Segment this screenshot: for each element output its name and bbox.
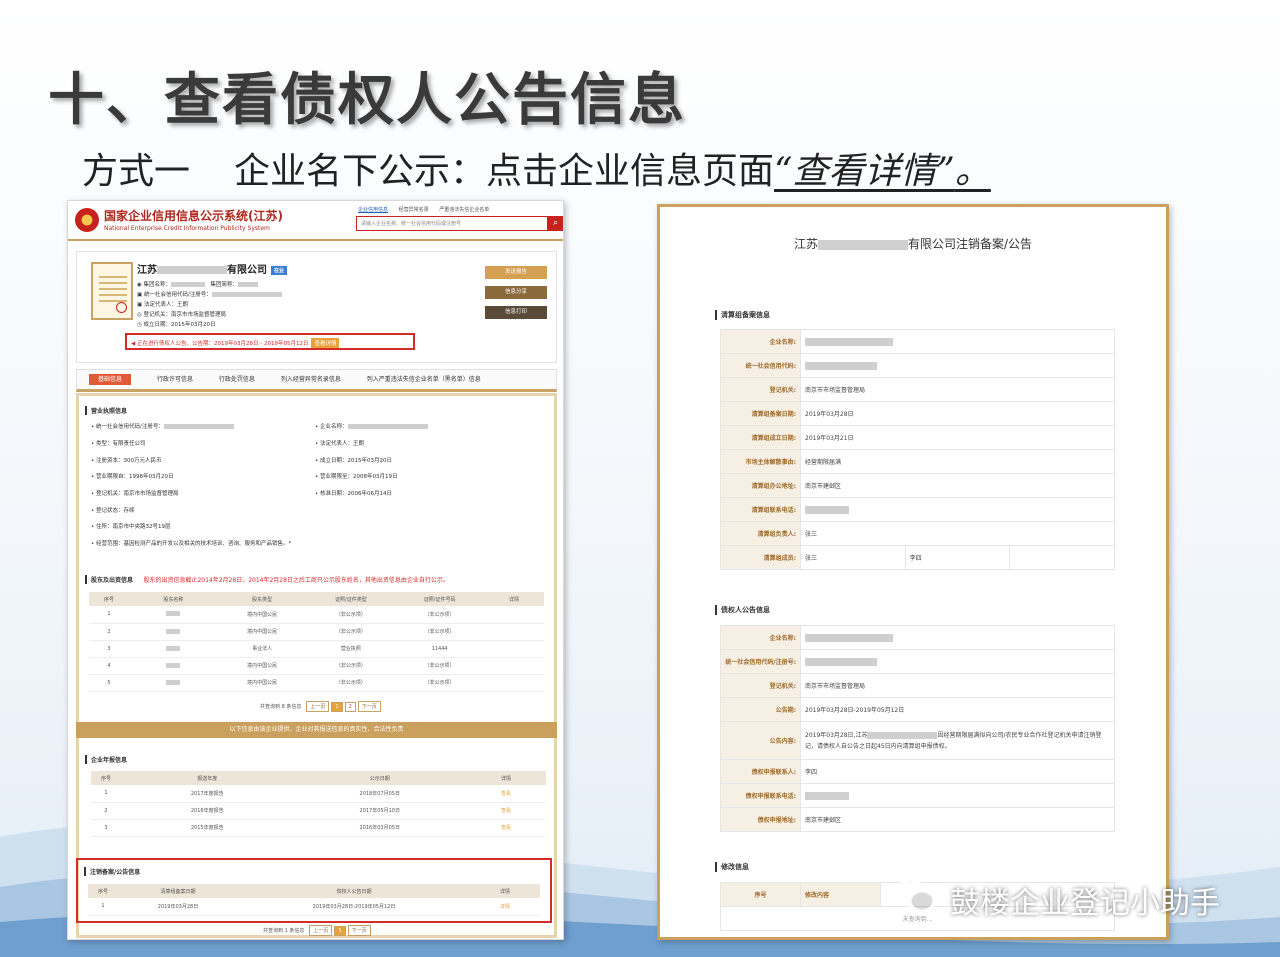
page-2-button[interactable]: 2 [344,702,356,712]
share-info-button[interactable]: 信息分享 [485,286,547,299]
prev-page-button[interactable]: 上一页 [309,925,333,936]
tab-abnormal[interactable]: 列入经营异常名录信息 [281,376,341,383]
shareholder-section-title: 股东及出资信息 股东的出资信息截止2014年2月28日，2014年2月28日之后… [85,575,449,584]
system-title: 国家企业信用信息公示系统(江苏) [104,209,283,223]
send-report-button[interactable]: 发送报告 [485,266,547,279]
tab-blacklist[interactable]: 列入严重违法失信企业名单（黑名单）信息 [367,376,481,383]
company-name: 江苏 有限公司 在业 [137,261,288,276]
page-1-button[interactable]: 1 [331,702,343,712]
table-row: 2 境内中国公民 （非公示项） （非公示项） [89,623,544,641]
nav-blacklist[interactable]: 严重违法失信企业名单 [439,207,489,213]
table-row: 2 2016年度报告 2017年05月10日 查看 [91,802,546,820]
masked-text [157,266,227,274]
slide-title: 十、查看债权人公告信息 [48,68,686,133]
next-page-button[interactable]: 下一页 [347,925,371,936]
detail-page-title: 江苏 有限公司注销备案/公告 [793,237,1033,251]
table-row: 1 2019年03月28日 2019年03月28日-2019年05月12日 详情 [88,898,540,916]
cancellation-detail-page: 江苏 有限公司注销备案/公告 清算组备案信息 企业名称: 统一社会信用代码: 登记… [657,204,1169,940]
subtitle-method: 方式一 [82,151,191,192]
liquidation-section-title: 清算组备案信息 [715,310,1125,320]
view-report-link[interactable]: 查看 [466,785,546,803]
cancellation-title: 注销备案/公告信息 [84,867,140,876]
basic-info-section: 营业执照信息 • 统一社会信用代码/注册号： • 类型：有限责任公司 • 注册资… [76,393,557,731]
view-report-link[interactable]: 查看 [466,819,546,837]
national-emblem-icon [75,208,99,232]
table-row: 4 境内中国公民 （非公示项） （非公示项） [89,657,544,675]
search-button[interactable]: ⌕ [548,216,563,231]
subtitle-text: 企业名下公示：点击企业信息页面 [234,151,775,192]
company-summary: ◉ 集团名称： 集团简称： ▣ 统一社会信用代码/注册号： ▣ 法定代表人：王朗… [137,280,282,330]
page-1-button[interactable]: 1 [334,926,346,936]
business-license-image [91,262,133,320]
creditor-notice-table: 企业名称: 统一社会信用代码/注册号: 登记机关: 南京市市场监督管理局 公告期:… [720,625,1115,832]
cancellation-detail-link[interactable]: 详情 [470,898,540,916]
search-input[interactable]: 请输入企业名称、统一社会信用代码或注册号 [356,216,548,231]
search-icon: ⌕ [552,218,559,228]
watermark-text: 鼓楼企业登记小助手 [950,886,1220,921]
top-nav: 企业信用信息 经营异常名录 严重违法失信企业名单 [358,206,498,213]
table-row: 1 2017年度报告 2018年07月05日 查看 [91,785,546,803]
pagination: 共查询到 1 条信息 上一页 1 下一页 [258,925,371,936]
table-row: 5 境内中国公民 （非公示项） （非公示项） [89,674,544,692]
table-row: 1 境内中国公民 （非公示项） （非公示项） [89,606,544,624]
slide-subtitle: 方式一 企业名下公示：点击企业信息页面“查看详情”。 [82,142,991,194]
site-header: 国家企业信用信息公示系统(江苏) National Enterprise Cre… [68,201,563,241]
shareholder-table: 序号 股东名称 股东类型 证照/证件类型 证照/证件号码 详情 1 境内中国公民 （非公示项）… [89,592,544,692]
table-row: 3 事业法人 营业执照 11444 [89,640,544,658]
view-report-link[interactable]: 查看 [466,802,546,820]
annual-report-table: 序号 报送年度 公示日期 详情 1 2017年度报告 2018年07月05日 查看 2 201… [91,771,546,837]
cancellation-notice-section: 注销备案/公告信息 序号 清算组备案日期 债权人公告日期 详情 1 2019年03月28… [76,858,552,923]
print-info-button[interactable]: 信息打印 [485,306,547,319]
pagination: 共查询到 8 条信息 上一页 1 2 下一页 [255,701,381,712]
subtitle-end: 。 [954,151,991,192]
modification-section-title: 修改信息 [715,862,1125,872]
cancellation-table: 序号 清算组备案日期 债权人公告日期 详情 1 2019年03月28日 2019年03月2… [88,884,540,916]
info-tabs: 基础信息 行政许可信息 行政处罚信息 列入经营异常名录信息 列入严重违法失信企业… [76,369,557,392]
nav-enterprise-credit[interactable]: 企业信用信息 [358,207,388,213]
license-section-title: 营业执照信息 [85,406,127,415]
nav-abnormal-list[interactable]: 经营异常名录 [399,207,429,213]
system-title-en: National Enterprise Credit Information P… [104,225,270,232]
creditor-notice-alert: ◀ 正在进行债权人公告，公告期：2019年03月28日 - 2019年05月12… [125,333,415,350]
self-report-banner: 以下信息由该企业提供，企业对其报送信息的真实性、合法性负责 [76,722,557,738]
wechat-icon [893,879,936,913]
status-badge: 在业 [271,265,288,275]
subtitle-view-details: “查看详情” [774,151,955,192]
creditor-section-title: 债权人公告信息 [715,605,1125,615]
tab-admin-permit[interactable]: 行政许可信息 [157,376,193,383]
tab-admin-penalty[interactable]: 行政处罚信息 [219,376,255,383]
view-details-button[interactable]: 查看详情 [311,338,340,348]
enterprise-info-page: 国家企业信用信息公示系统(江苏) National Enterprise Cre… [67,200,564,940]
tab-basic-info[interactable]: 基础信息 [89,374,132,385]
prev-page-button[interactable]: 上一页 [306,701,330,712]
annual-report-title: 企业年报信息 [85,755,127,764]
liquidation-table: 企业名称: 统一社会信用代码: 登记机关: 南京市市场监督管理局 清算组备案日期:… [720,329,1115,570]
table-row: 3 2015年度报告 2016年03月05日 查看 [91,819,546,837]
next-page-button[interactable]: 下一页 [357,701,381,712]
